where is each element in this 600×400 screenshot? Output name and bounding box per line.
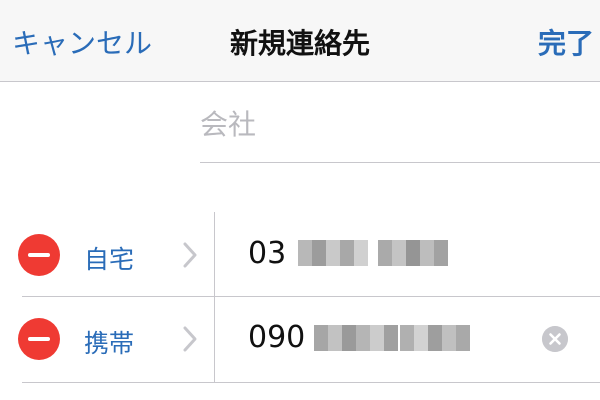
phone-value-mobile[interactable]: 090: [248, 320, 305, 355]
chevron-right-icon[interactable]: [180, 240, 200, 270]
row-divider: [22, 296, 600, 297]
company-input[interactable]: [200, 104, 590, 144]
pixelated-number: [378, 240, 448, 266]
chevron-right-icon[interactable]: [180, 324, 200, 354]
clear-x-circle-icon[interactable]: [542, 326, 568, 352]
cancel-button[interactable]: キャンセル: [12, 22, 152, 62]
navigation-bar: キャンセル 新規連絡先 完了: [0, 0, 600, 82]
pixelated-number: [400, 325, 470, 351]
row-divider: [22, 382, 600, 383]
minus-circle-icon[interactable]: [18, 318, 60, 360]
phone-label-mobile[interactable]: 携帯: [84, 324, 134, 360]
phone-value-home[interactable]: 03: [248, 236, 286, 271]
minus-circle-icon[interactable]: [18, 234, 60, 276]
pixelated-number: [298, 240, 368, 266]
done-button[interactable]: 完了: [538, 22, 594, 62]
phone-label-home[interactable]: 自宅: [84, 240, 134, 276]
company-divider: [200, 162, 600, 163]
pixelated-number: [314, 325, 398, 351]
label-value-separator: [214, 212, 215, 382]
